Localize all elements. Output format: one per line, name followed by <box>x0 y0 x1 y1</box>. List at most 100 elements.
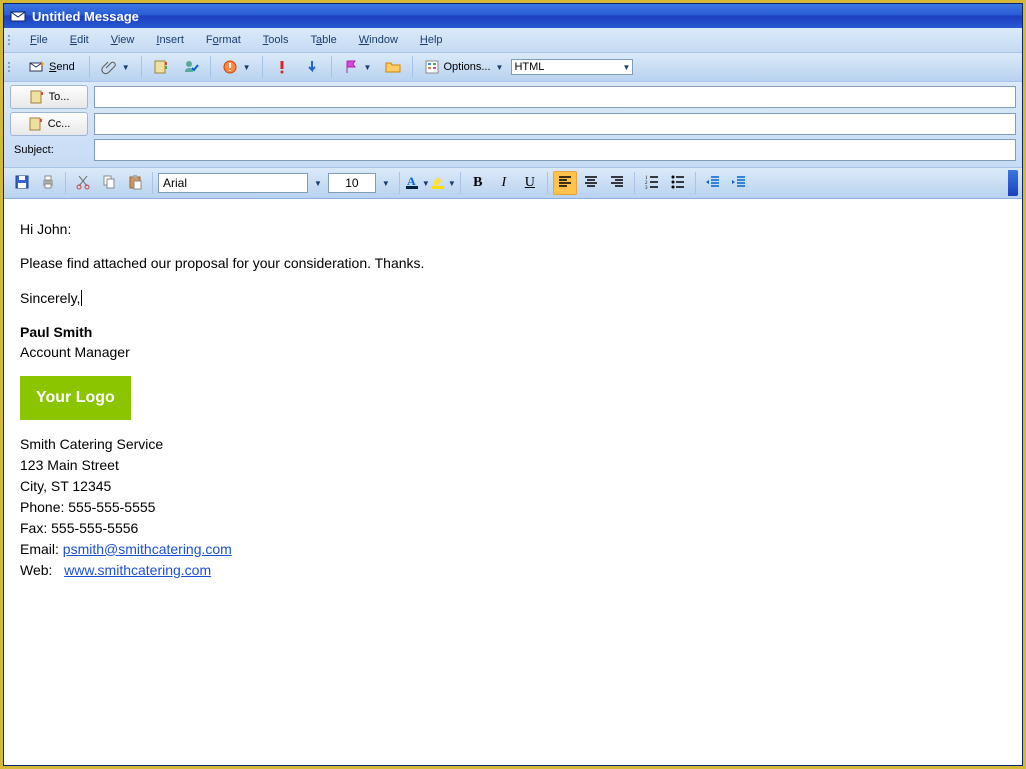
window-title: Untitled Message <box>32 9 139 24</box>
to-button[interactable]: To... <box>10 85 88 109</box>
menu-help[interactable]: Help <box>410 30 453 50</box>
format-select[interactable]: HTML ▼ <box>511 59 633 75</box>
send-icon <box>29 59 45 75</box>
flag-button[interactable]: ▼ <box>337 55 378 79</box>
to-input[interactable] <box>94 86 1016 108</box>
sig-title: Account Manager <box>20 344 130 360</box>
size-dropdown-arrow[interactable]: ▼ <box>378 177 394 190</box>
outdent-button[interactable] <box>701 171 725 195</box>
bullet-list-button[interactable] <box>666 171 690 195</box>
sig-web-link[interactable]: www.smithcatering.com <box>64 562 211 578</box>
subject-label: Subject: <box>10 141 88 159</box>
send-button[interactable]: Send <box>20 55 84 79</box>
signature-block: Paul Smith Account Manager <box>20 322 1006 363</box>
app-icon <box>10 8 26 24</box>
subject-input[interactable] <box>94 139 1016 161</box>
menu-edit[interactable]: Edit <box>60 30 99 50</box>
separator <box>331 56 332 78</box>
cc-input[interactable] <box>94 113 1016 135</box>
sig-email-link[interactable]: psmith@smithcatering.com <box>63 541 232 557</box>
font-value: Arial <box>163 176 187 190</box>
paste-button[interactable] <box>123 171 147 195</box>
menu-tools[interactable]: Tools <box>253 30 299 50</box>
menu-insert[interactable]: Insert <box>146 30 194 50</box>
body-line: Please find attached our proposal for yo… <box>20 253 1006 273</box>
options-label: Options... <box>443 61 490 73</box>
cut-icon <box>75 174 91 193</box>
sig-addr1: 123 Main Street <box>20 457 119 473</box>
text-cursor <box>81 290 82 306</box>
bold-button[interactable]: B <box>466 171 490 195</box>
permission-button[interactable]: ▼ <box>216 55 257 79</box>
importance-high-button[interactable] <box>268 55 296 79</box>
menu-file[interactable]: File <box>20 30 58 50</box>
check-names-button[interactable] <box>177 55 205 79</box>
size-select[interactable]: 10 <box>328 173 376 193</box>
bullet-list-icon <box>670 174 686 193</box>
toolbar-overflow[interactable] <box>1008 170 1018 196</box>
align-right-button[interactable] <box>605 171 629 195</box>
attach-button[interactable]: ▼ <box>95 55 136 79</box>
separator <box>262 56 263 78</box>
separator <box>634 172 635 194</box>
check-names-icon <box>183 59 199 75</box>
italic-button[interactable]: I <box>492 171 516 195</box>
separator <box>399 172 400 194</box>
menu-window[interactable]: Window <box>349 30 408 50</box>
save-icon <box>14 174 30 193</box>
menubar: File Edit View Insert Format Tools Table… <box>4 28 1022 53</box>
numbered-list-icon: 123 <box>644 174 660 193</box>
align-left-button[interactable] <box>553 171 577 195</box>
logo-placeholder: Your Logo <box>20 376 131 419</box>
align-center-button[interactable] <box>579 171 603 195</box>
outdent-icon <box>705 174 721 193</box>
svg-text:3: 3 <box>645 186 648 190</box>
toolbar-grip[interactable] <box>8 56 14 78</box>
align-center-icon <box>583 174 599 193</box>
importance-low-button[interactable] <box>298 55 326 79</box>
sig-fax: 555-555-5556 <box>51 520 138 536</box>
body-closing: Sincerely, <box>20 288 1006 308</box>
separator <box>547 172 548 194</box>
email-label: Email: <box>20 541 63 557</box>
copy-button[interactable] <box>97 171 121 195</box>
indent-button[interactable] <box>727 171 751 195</box>
folder-icon <box>385 59 401 75</box>
main-toolbar: Send ▼ ▼ ▼ Options... ▼ HTML ▼ <box>4 53 1022 82</box>
to-label: To... <box>49 91 70 103</box>
separator <box>210 56 211 78</box>
font-dropdown-arrow[interactable]: ▼ <box>310 177 326 190</box>
cut-button[interactable] <box>71 171 95 195</box>
highlight-button[interactable]: ▼ <box>431 171 455 195</box>
sig-phone: 555-555-5555 <box>68 499 155 515</box>
address-book-icon <box>153 59 169 75</box>
sig-addr2: City, ST 12345 <box>20 478 111 494</box>
menu-table[interactable]: Table <box>300 30 346 50</box>
sig-company: Smith Catering Service <box>20 436 163 452</box>
address-book-button[interactable] <box>147 55 175 79</box>
compose-window: Untitled Message File Edit View Insert F… <box>3 3 1023 766</box>
web-label: Web: <box>20 562 64 578</box>
indent-icon <box>731 174 747 193</box>
address-book-icon <box>29 89 45 105</box>
fax-label: Fax: <box>20 520 51 536</box>
folder-button[interactable] <box>379 55 407 79</box>
cc-button[interactable]: Cc... <box>10 112 88 136</box>
paste-icon <box>127 174 143 193</box>
underline-button[interactable]: U <box>518 171 542 195</box>
message-body[interactable]: Hi John: Please find attached our propos… <box>4 199 1022 765</box>
menu-view[interactable]: View <box>101 30 145 50</box>
print-button[interactable] <box>36 171 60 195</box>
font-select[interactable]: Arial <box>158 173 308 193</box>
save-button[interactable] <box>10 171 34 195</box>
print-icon <box>40 174 56 193</box>
separator <box>141 56 142 78</box>
numbered-list-button[interactable]: 123 <box>640 171 664 195</box>
options-button[interactable]: Options... ▼ <box>418 55 509 79</box>
size-value: 10 <box>345 176 358 190</box>
paperclip-icon <box>101 59 117 75</box>
menu-format[interactable]: Format <box>196 30 251 50</box>
separator <box>89 56 90 78</box>
font-color-button[interactable]: A▼ <box>405 171 429 195</box>
menubar-grip[interactable] <box>8 31 14 49</box>
